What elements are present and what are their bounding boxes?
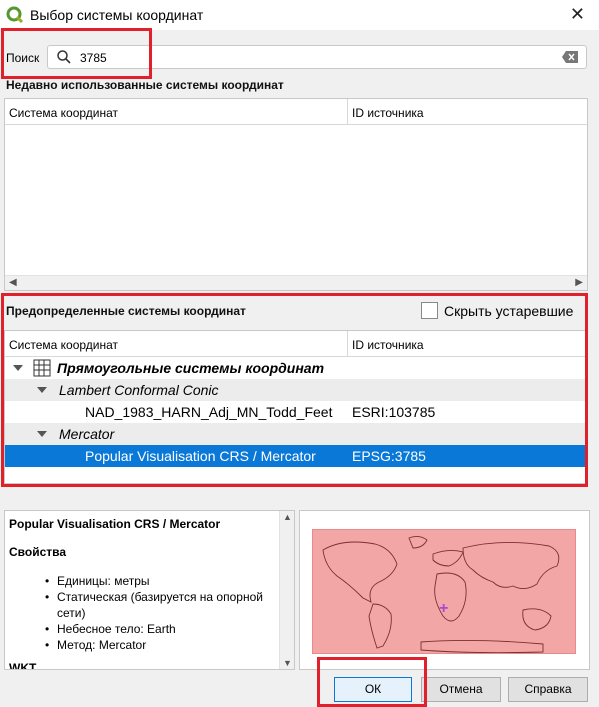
search-row: Поиск 3785 [0, 40, 599, 76]
info-wkt-heading: WKT [9, 661, 37, 670]
column-header-crs[interactable]: Система координат [9, 106, 118, 120]
close-icon[interactable]: ✕ [570, 4, 585, 25]
grid-icon [33, 359, 51, 377]
recent-crs-title: Недавно использованные системы координат [6, 78, 284, 92]
list-item: Небесное тело: Earth [45, 621, 265, 637]
tree-label: Mercator [59, 426, 115, 442]
list-item: Единицы: метры [45, 573, 265, 589]
recent-table-header: Система координат ID источника [5, 99, 587, 125]
cancel-button[interactable]: Отмена [421, 677, 501, 702]
clear-icon[interactable] [562, 51, 578, 63]
crs-center-marker-icon: + [439, 600, 449, 617]
tree-row-lambert[interactable]: Lambert Conformal Conic [5, 379, 587, 401]
list-item: Метод: Mercator [45, 637, 265, 653]
search-input[interactable]: 3785 [47, 45, 587, 69]
scroll-left-icon[interactable]: ◀ [9, 277, 17, 288]
extent-map-preview: + [299, 510, 590, 670]
scroll-right-icon[interactable]: ▶ [575, 277, 583, 288]
predefined-crs-title: Предопределенные системы координат [6, 304, 246, 318]
help-button[interactable]: Справка [508, 677, 588, 702]
ok-button[interactable]: ОК [334, 677, 412, 702]
world-map-outline [322, 535, 560, 653]
tree-row-nad1983[interactable]: NAD_1983_HARN_Adj_MN_Todd_Feet ESRI:1037… [5, 401, 587, 423]
column-header-source-id[interactable]: ID источника [352, 338, 424, 352]
tree-label: Popular Visualisation CRS / Mercator [85, 448, 316, 464]
tree-label: NAD_1983_HARN_Adj_MN_Todd_Feet [85, 404, 333, 420]
checkbox-box[interactable] [421, 302, 438, 319]
search-label: Поиск [6, 51, 40, 65]
info-properties-list: Единицы: метры Статическая (базируется н… [45, 573, 265, 653]
predefined-table-header: Система координат ID источника [5, 331, 587, 357]
tree-row-projected[interactable]: Прямоугольные системы координат [5, 357, 587, 379]
expand-arrow-icon[interactable] [13, 365, 23, 371]
window-title: Выбор системы координат [30, 7, 204, 23]
title-bar: Выбор системы координат ✕ [0, 0, 599, 30]
info-title: Popular Visualisation CRS / Mercator [9, 517, 221, 531]
search-value: 3785 [80, 51, 107, 65]
column-header-crs[interactable]: Система координат [9, 338, 118, 352]
tree-label: Прямоугольные системы координат [57, 360, 325, 376]
hide-deprecated-label[interactable]: Скрыть устаревшие [444, 303, 573, 319]
horizontal-scrollbar[interactable]: ◀ ▶ [5, 275, 587, 290]
scroll-down-icon[interactable]: ▼ [283, 658, 292, 668]
recent-crs-table[interactable]: Система координат ID источника ◀ ▶ [4, 98, 588, 291]
scroll-up-icon[interactable]: ▲ [283, 512, 292, 522]
tree-label: Lambert Conformal Conic [59, 382, 219, 398]
column-header-source-id[interactable]: ID источника [352, 106, 424, 120]
expand-arrow-icon[interactable] [37, 387, 47, 393]
tree-source-id: EPSG:3785 [352, 448, 426, 464]
column-divider[interactable] [347, 331, 348, 357]
crs-extent-area: + [312, 529, 576, 654]
crs-info-panel[interactable]: Popular Visualisation CRS / Mercator Сво… [4, 510, 295, 670]
vertical-scrollbar[interactable]: ▲ ▼ [279, 511, 294, 669]
list-item: Статическая (базируется на опорной сети) [45, 589, 265, 621]
tree-source-id: ESRI:103785 [352, 404, 436, 420]
tree-row-popular-visualisation[interactable]: Popular Visualisation CRS / Mercator EPS… [5, 445, 587, 467]
search-icon [57, 50, 71, 64]
column-divider[interactable] [347, 99, 348, 125]
info-properties-heading: Свойства [9, 545, 67, 559]
qgis-icon [6, 6, 24, 24]
expand-arrow-icon[interactable] [37, 431, 47, 437]
predefined-crs-tree[interactable]: Система координат ID источника Прямоугол… [4, 330, 588, 484]
tree-row-mercator[interactable]: Mercator [5, 423, 587, 445]
